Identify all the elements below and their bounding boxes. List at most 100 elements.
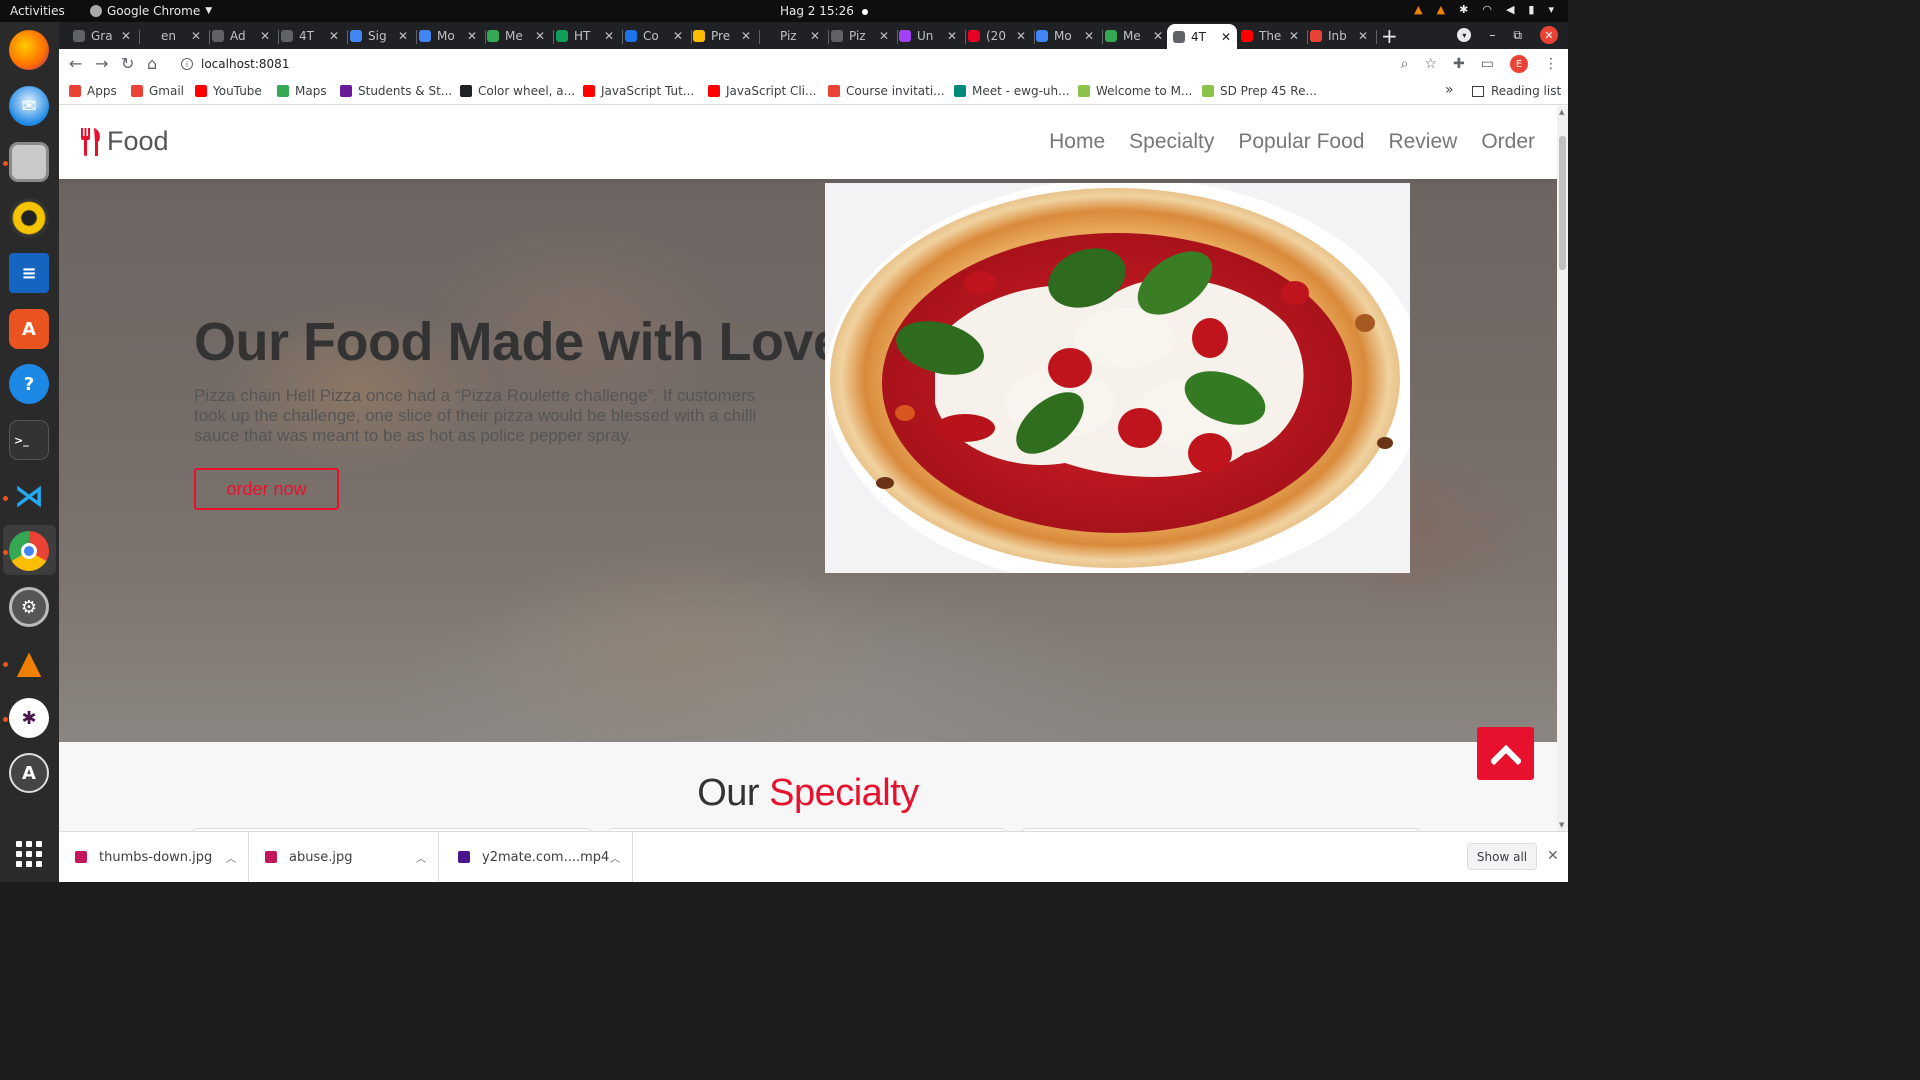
close-tab-icon[interactable]: ✕	[879, 29, 889, 43]
download-item[interactable]: abuse.jpg ︿	[249, 832, 439, 882]
download-item[interactable]: thumbs-down.jpg ︿	[59, 832, 249, 882]
extensions-icon[interactable]: ✚	[1453, 56, 1465, 72]
tab-search-icon[interactable]: ▾	[1457, 28, 1472, 42]
scrollbar-thumb[interactable]	[1559, 136, 1566, 270]
browser-tab[interactable]: HT ✕	[556, 25, 614, 47]
vscode-icon[interactable]: ⋊	[9, 476, 49, 516]
browser-tab[interactable]: Un ✕	[899, 25, 957, 47]
browser-tab[interactable]: Co ✕	[625, 25, 683, 47]
vlc-icon[interactable]: ▲	[9, 642, 49, 682]
vlc-tray-icon-2[interactable]: ▲	[1437, 3, 1445, 16]
browser-tab[interactable]: Ad ✕	[212, 25, 270, 47]
more-bookmarks-icon[interactable]: »	[1445, 82, 1454, 98]
rhythmbox-icon[interactable]	[9, 198, 49, 238]
chevron-up-icon[interactable]: ︿	[416, 850, 426, 865]
browser-tab[interactable]: en ✕	[143, 25, 201, 47]
close-tab-icon[interactable]: ✕	[1289, 29, 1299, 43]
app-menu[interactable]: Google Chrome ▼	[90, 4, 212, 18]
back-icon[interactable]: ←	[69, 54, 82, 73]
browser-tab[interactable]: Pre ✕	[693, 25, 751, 47]
browser-tab[interactable]: Piz ✕	[831, 25, 889, 47]
close-download-shelf-icon[interactable]: ✕	[1547, 848, 1559, 864]
clock[interactable]: Hag 2 15:26	[780, 4, 868, 18]
site-info-icon[interactable]: i	[181, 58, 193, 70]
bookmark-item[interactable]: Welcome to M...	[1078, 84, 1192, 98]
profile-avatar[interactable]: E	[1510, 55, 1528, 73]
order-now-button[interactable]: order now	[194, 468, 339, 511]
address-bar[interactable]: i localhost:8081	[171, 51, 1461, 77]
nav-order[interactable]: Order	[1481, 130, 1535, 154]
scroll-up-icon[interactable]: ▲	[1559, 108, 1564, 116]
scroll-to-top-button[interactable]	[1477, 727, 1534, 780]
browser-tab[interactable]: Gra ✕	[73, 25, 131, 47]
close-tab-icon[interactable]: ✕	[1016, 29, 1026, 43]
bookmark-item[interactable]: SD Prep 45 Re...	[1202, 84, 1317, 98]
download-item[interactable]: y2mate.com....mp4 ︿	[442, 832, 633, 882]
close-tab-icon[interactable]: ✕	[604, 29, 614, 43]
bookmark-item[interactable]: YouTube	[195, 84, 262, 98]
bookmark-star-icon[interactable]: ☆	[1424, 56, 1437, 72]
nav-review[interactable]: Review	[1388, 130, 1457, 154]
bookmark-item[interactable]: Meet - ewg-uh...	[954, 84, 1070, 98]
close-tab-icon[interactable]: ✕	[398, 29, 408, 43]
bookmark-item[interactable]: JavaScript Cli...	[708, 84, 816, 98]
chevron-up-icon[interactable]: ︿	[226, 850, 236, 865]
close-tab-icon[interactable]: ✕	[1084, 29, 1094, 43]
software-center-icon[interactable]: A	[9, 309, 49, 349]
close-tab-icon[interactable]: ✕	[1221, 30, 1231, 44]
thunderbird-icon[interactable]: ✉	[9, 86, 49, 126]
minimize-icon[interactable]: –	[1489, 28, 1495, 42]
menu-kebab-icon[interactable]: ⋮	[1544, 56, 1558, 72]
close-tab-icon[interactable]: ✕	[329, 29, 339, 43]
chrome-icon[interactable]	[9, 531, 49, 571]
new-tab-button[interactable]: +	[1381, 24, 1398, 48]
browser-tab[interactable]: The ✕	[1241, 25, 1299, 47]
activities-button[interactable]: Activities	[10, 4, 65, 18]
writer-icon[interactable]: ≡	[9, 253, 49, 293]
close-tab-icon[interactable]: ✕	[947, 29, 957, 43]
app-store-icon[interactable]: A	[9, 753, 49, 793]
bookmark-item[interactable]: Course invitati...	[828, 84, 945, 98]
close-tab-icon[interactable]: ✕	[673, 29, 683, 43]
close-tab-icon[interactable]: ✕	[810, 29, 820, 43]
nav-popular-food[interactable]: Popular Food	[1238, 130, 1364, 154]
home-icon[interactable]: ⌂	[147, 54, 157, 73]
cast-icon[interactable]: ▭	[1481, 56, 1494, 72]
terminal-icon[interactable]: >_	[9, 420, 49, 460]
power-menu-icon[interactable]: ▾	[1548, 3, 1554, 16]
close-window-icon[interactable]: ✕	[1540, 26, 1558, 44]
page-scrollbar[interactable]: ▲ ▼	[1557, 106, 1568, 831]
files-icon[interactable]	[9, 142, 49, 182]
browser-tab[interactable]: 4T ✕	[281, 25, 339, 47]
restore-icon[interactable]: ⧉	[1513, 28, 1522, 43]
bookmark-item[interactable]: Students & St...	[340, 84, 452, 98]
help-icon[interactable]: ?	[9, 364, 49, 404]
close-tab-icon[interactable]: ✕	[467, 29, 477, 43]
slack-tray-icon[interactable]: ✱	[1459, 3, 1468, 16]
close-tab-icon[interactable]: ✕	[260, 29, 270, 43]
nav-specialty[interactable]: Specialty	[1129, 130, 1214, 154]
reading-list-button[interactable]: Reading list	[1472, 84, 1561, 98]
bookmark-item[interactable]: JavaScript Tut...	[583, 84, 694, 98]
zoom-icon[interactable]: ⌕	[1401, 56, 1409, 72]
site-logo[interactable]: Food	[79, 126, 169, 157]
wifi-icon[interactable]: ◠	[1482, 3, 1492, 16]
close-tab-icon[interactable]: ✕	[741, 29, 751, 43]
vlc-tray-icon[interactable]: ▲	[1414, 3, 1422, 16]
browser-tab[interactable]: Mo ✕	[419, 25, 477, 47]
forward-icon[interactable]: →	[95, 54, 108, 73]
bookmark-item[interactable]: Maps	[277, 84, 327, 98]
slack-icon[interactable]: ✱	[9, 698, 49, 738]
browser-tab[interactable]: 4T ✕	[1167, 24, 1238, 49]
bookmark-item[interactable]: Apps	[69, 84, 117, 98]
browser-tab[interactable]: (20 ✕	[968, 25, 1026, 47]
browser-tab[interactable]: Sig ✕	[350, 25, 408, 47]
browser-tab[interactable]: Piz ✕	[762, 25, 820, 47]
reload-icon[interactable]: ↻	[121, 54, 134, 73]
volume-icon[interactable]: ◀	[1506, 3, 1514, 16]
close-tab-icon[interactable]: ✕	[121, 29, 131, 43]
browser-tab[interactable]: Me ✕	[487, 25, 545, 47]
close-tab-icon[interactable]: ✕	[1358, 29, 1368, 43]
bookmark-item[interactable]: Gmail	[131, 84, 184, 98]
browser-tab[interactable]: Inb ✕	[1310, 25, 1368, 47]
